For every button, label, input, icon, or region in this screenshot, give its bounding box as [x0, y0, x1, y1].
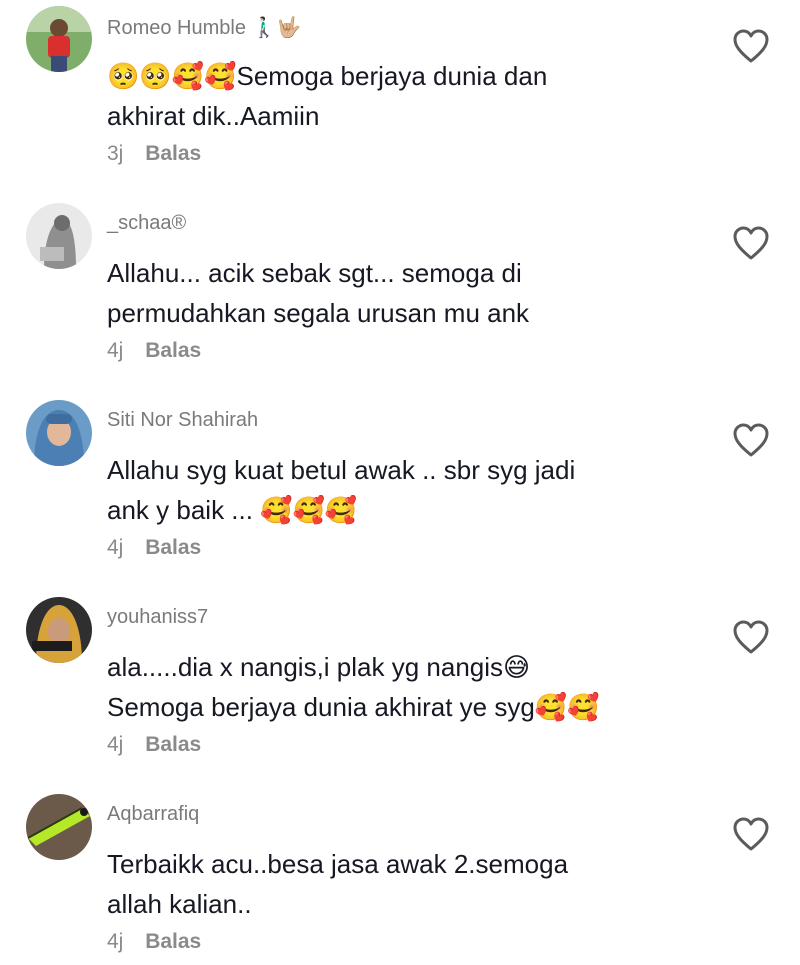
heart-outline-icon[interactable]: [732, 225, 770, 261]
comment-meta: 4j Balas: [107, 339, 201, 363]
comment-time: 4j: [107, 930, 124, 953]
comment-item: youhaniss7 ala.....dia x nangis,i plak y…: [0, 597, 800, 787]
heart-outline-icon[interactable]: [732, 422, 770, 458]
reply-button[interactable]: Balas: [145, 142, 201, 165]
comment-item: Romeo Humble 🚶🏻‍♂️🤟🏼 🥺🥺🥰🥰Semoga berjaya …: [0, 6, 800, 196]
comment-meta: 4j Balas: [107, 733, 201, 757]
comment-item: Siti Nor Shahirah Allahu syg kuat betul …: [0, 400, 800, 590]
comment-text: Allahu... acik sebak sgt... semoga di pe…: [107, 258, 530, 328]
comment-text: ala.....dia x nangis,i plak yg nangis😅 S…: [107, 652, 600, 722]
comment-author[interactable]: Romeo Humble 🚶🏻‍♂️🤟🏼: [107, 15, 301, 40]
comment-author[interactable]: Aqbarrafiq: [107, 803, 199, 826]
avatar[interactable]: [26, 597, 92, 663]
comment-meta: 3j Balas: [107, 142, 201, 166]
heart-outline-icon[interactable]: [732, 619, 770, 655]
comment-time: 3j: [107, 142, 124, 165]
avatar[interactable]: [26, 794, 92, 860]
comment-author[interactable]: Siti Nor Shahirah: [107, 409, 258, 432]
comment-item: _schaa® Allahu... acik sebak sgt... semo…: [0, 203, 800, 393]
reply-button[interactable]: Balas: [145, 339, 201, 362]
comment-item: Aqbarrafiq Terbaikk acu..besa jasa awak …: [0, 794, 800, 965]
avatar[interactable]: [26, 203, 92, 269]
comment-text: Terbaikk acu..besa jasa awak 2.semoga al…: [107, 849, 569, 919]
comment-text: Allahu syg kuat betul awak .. sbr syg ja…: [107, 455, 576, 525]
avatar[interactable]: [26, 400, 92, 466]
comment-author[interactable]: youhaniss7: [107, 606, 208, 629]
comment-meta: 4j Balas: [107, 930, 201, 954]
comment-text: 🥺🥺🥰🥰Semoga berjaya dunia dan akhirat dik…: [107, 61, 548, 131]
reply-button[interactable]: Balas: [145, 536, 201, 559]
comment-author[interactable]: _schaa®: [107, 212, 186, 235]
comment-time: 4j: [107, 536, 124, 559]
avatar[interactable]: [26, 6, 92, 72]
reply-button[interactable]: Balas: [145, 733, 201, 756]
comment-time: 4j: [107, 733, 124, 756]
heart-outline-icon[interactable]: [732, 816, 770, 852]
heart-outline-icon[interactable]: [732, 28, 770, 64]
reply-button[interactable]: Balas: [145, 930, 201, 953]
comment-time: 4j: [107, 339, 124, 362]
comment-meta: 4j Balas: [107, 536, 201, 560]
